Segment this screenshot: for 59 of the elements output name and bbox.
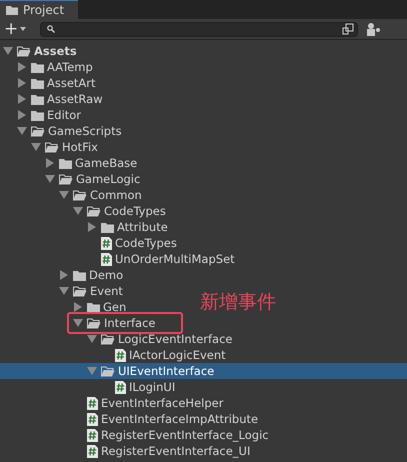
script-icon [115,380,126,394]
open-folder-icon [87,318,101,328]
tree-row[interactable]: Editor [16,107,84,123]
script-icon [87,444,98,458]
open-folder-icon [73,190,87,200]
folder-icon [73,270,86,280]
folder-icon [31,110,44,120]
script-icon [87,412,98,426]
open-folder-icon [59,174,73,184]
search-icon [47,25,55,33]
open-folder-icon [101,366,115,376]
folder-icon [59,158,72,168]
open-folder-icon [101,334,115,344]
tree-row[interactable]: GameBase [44,155,140,171]
tree-row[interactable]: AssetArt [16,75,98,91]
open-folder-icon [17,46,31,56]
open-folder-icon [31,126,45,136]
open-folder-icon [73,286,87,296]
script-icon [87,428,98,442]
tree-row[interactable]: RegisterEventInterface_UI [72,443,252,459]
annotation-text: 新增事件 [200,290,276,315]
selected-tree-row[interactable]: UIEventInterface [0,363,407,379]
tree-row[interactable]: Event [58,283,125,299]
script-icon [87,396,98,410]
tree-row[interactable]: IActorLogicEvent [100,347,228,363]
tree-row[interactable]: Common [58,187,144,203]
folder-icon [31,62,44,72]
tree-row[interactable]: CodeTypes [86,235,179,251]
tree-row[interactable]: Assets [2,43,79,59]
tree-row[interactable]: AATemp [16,59,95,75]
tree-row[interactable]: LogicEventInterface [86,331,234,347]
tree-row[interactable]: Interface [67,312,183,334]
open-folder-icon [45,142,59,152]
tree-row[interactable]: Gen [72,299,128,315]
tree-row[interactable]: EventInterfaceImpAttribute [72,411,260,427]
script-icon [101,236,112,250]
folder-icon [31,78,44,88]
open-folder-icon [87,206,101,216]
folder-icon [101,222,114,232]
tree-row[interactable]: ILoginUI [100,379,178,395]
folder-icon [31,94,44,104]
caret-icon [20,27,26,31]
tree-row[interactable]: RegisterEventInterface_Logic [72,427,271,443]
folder-icon [87,302,100,312]
tree-row[interactable]: HotFix [30,139,100,155]
tree-row[interactable]: UnOrderMultiMapSet [86,251,237,267]
search-field[interactable] [40,22,358,36]
window-icon[interactable] [342,23,354,35]
script-icon [101,252,112,266]
folder-icon [6,5,18,15]
script-icon [115,348,126,362]
tree-row[interactable]: GameScripts [16,123,124,139]
tree-row[interactable]: CodeTypes [72,203,168,219]
tree-row[interactable]: EventInterfaceHelper [72,395,226,411]
project-tab[interactable]: Project [0,0,78,19]
tree-row[interactable]: Demo [58,267,126,283]
add-button[interactable]: + [4,20,32,38]
tree-row[interactable]: AssetRaw [16,91,105,107]
tree-row[interactable]: GameLogic [44,171,142,187]
